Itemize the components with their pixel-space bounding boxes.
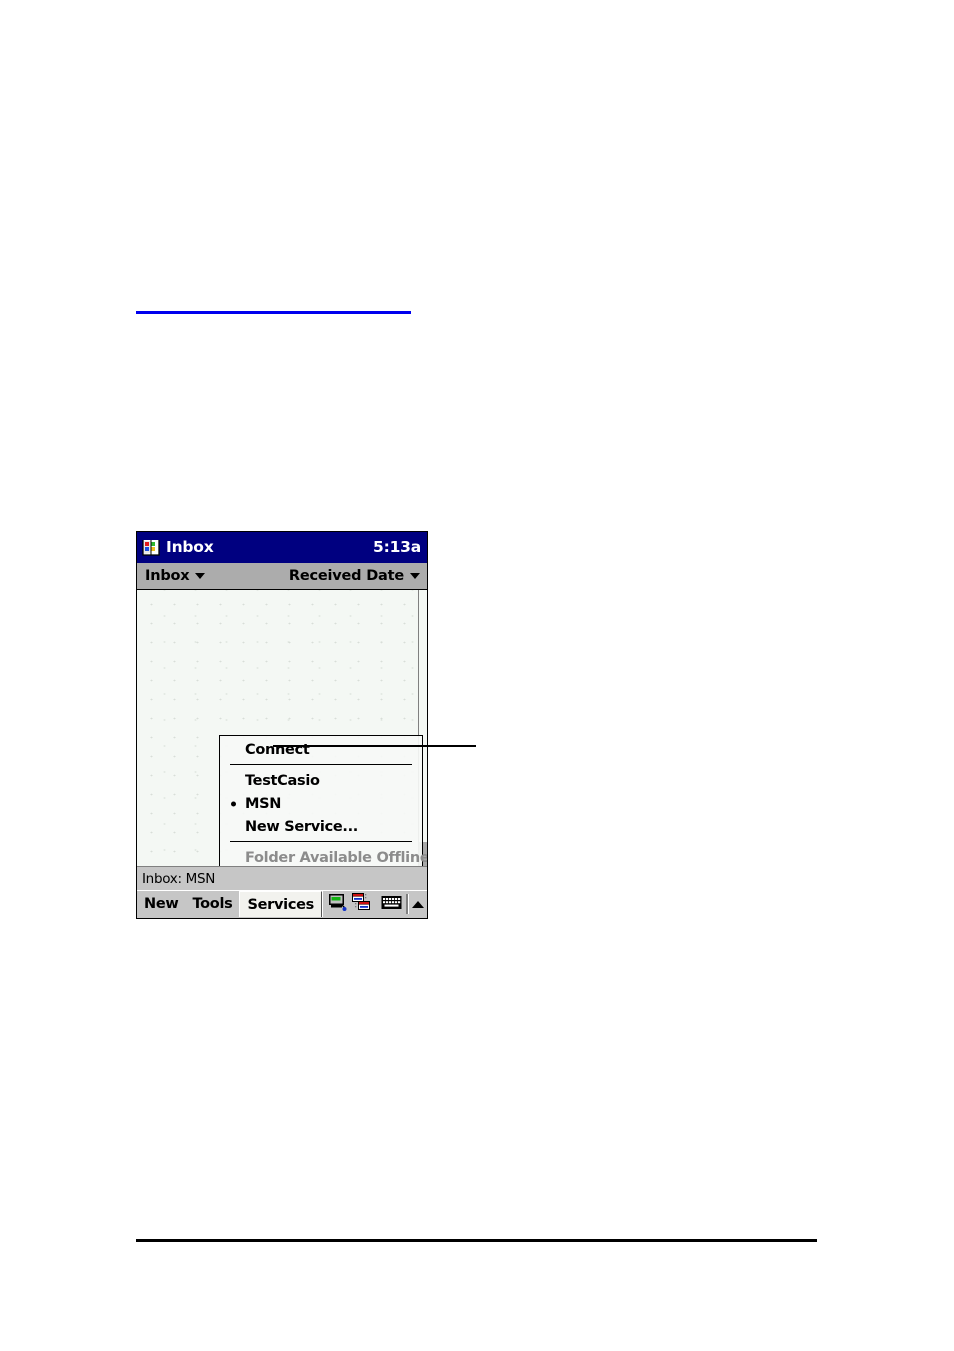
new-menu-button[interactable]: New	[137, 891, 185, 917]
input-panel-controls	[380, 891, 427, 917]
menu-item-msn[interactable]: MSN	[220, 792, 422, 815]
connect-icon[interactable]	[328, 893, 348, 915]
hyperlink-underline-rule[interactable]	[136, 311, 411, 314]
toolbar-divider	[406, 894, 409, 914]
menu-item-label: New Service...	[245, 818, 359, 835]
sort-dropdown[interactable]: Received Date	[289, 568, 420, 584]
menu-item-testcasio[interactable]: TestCasio	[220, 769, 422, 792]
menu-item-label: Connect	[245, 741, 310, 758]
status-bar: Inbox: MSN	[137, 866, 427, 890]
folder-dropdown-label: Inbox	[145, 568, 190, 584]
tools-menu-button[interactable]: Tools	[185, 891, 239, 917]
chevron-down-icon	[195, 573, 206, 579]
chevron-down-icon	[410, 573, 420, 579]
inbox-icon	[142, 538, 161, 557]
menu-item-label: MSN	[245, 795, 282, 812]
window-title: Inbox	[166, 537, 214, 556]
status-text: Inbox: MSN	[142, 870, 216, 887]
page-footer-rule	[136, 1239, 817, 1242]
title-bar: Inbox 5:13a	[137, 532, 427, 563]
msn-leader-line	[273, 745, 476, 747]
message-list[interactable]: Connect TestCasio MSN New Service... Fol…	[137, 590, 427, 866]
keyboard-icon[interactable]	[380, 893, 403, 915]
sort-dropdown-label: Received Date	[288, 568, 404, 584]
menu-separator	[230, 764, 412, 765]
menu-item-label: TestCasio	[245, 772, 320, 789]
menu-item-connect[interactable]: Connect	[220, 738, 422, 761]
menu-separator	[230, 841, 412, 842]
triangle-up-icon[interactable]	[412, 900, 424, 908]
bottom-toolbar: New Tools Services	[137, 890, 427, 917]
folder-dropdown[interactable]: Inbox	[145, 568, 206, 584]
services-menu[interactable]: Connect TestCasio MSN New Service... Fol…	[219, 735, 427, 866]
toolbar-icons	[321, 891, 377, 917]
menu-item-folder-available-offline: Folder Available Offline	[220, 846, 427, 866]
selected-bullet-icon	[231, 801, 236, 806]
services-windows-icon[interactable]	[351, 893, 372, 915]
pocketpc-device-screen: Inbox 5:13a Inbox Received Date Connect …	[136, 531, 428, 919]
services-menu-button[interactable]: Services	[239, 891, 322, 917]
menu-item-label: Folder Available Offline	[245, 849, 427, 866]
menu-item-new-service[interactable]: New Service...	[220, 815, 422, 838]
command-bar: Inbox Received Date	[137, 563, 427, 590]
clock: 5:13a	[372, 537, 421, 556]
